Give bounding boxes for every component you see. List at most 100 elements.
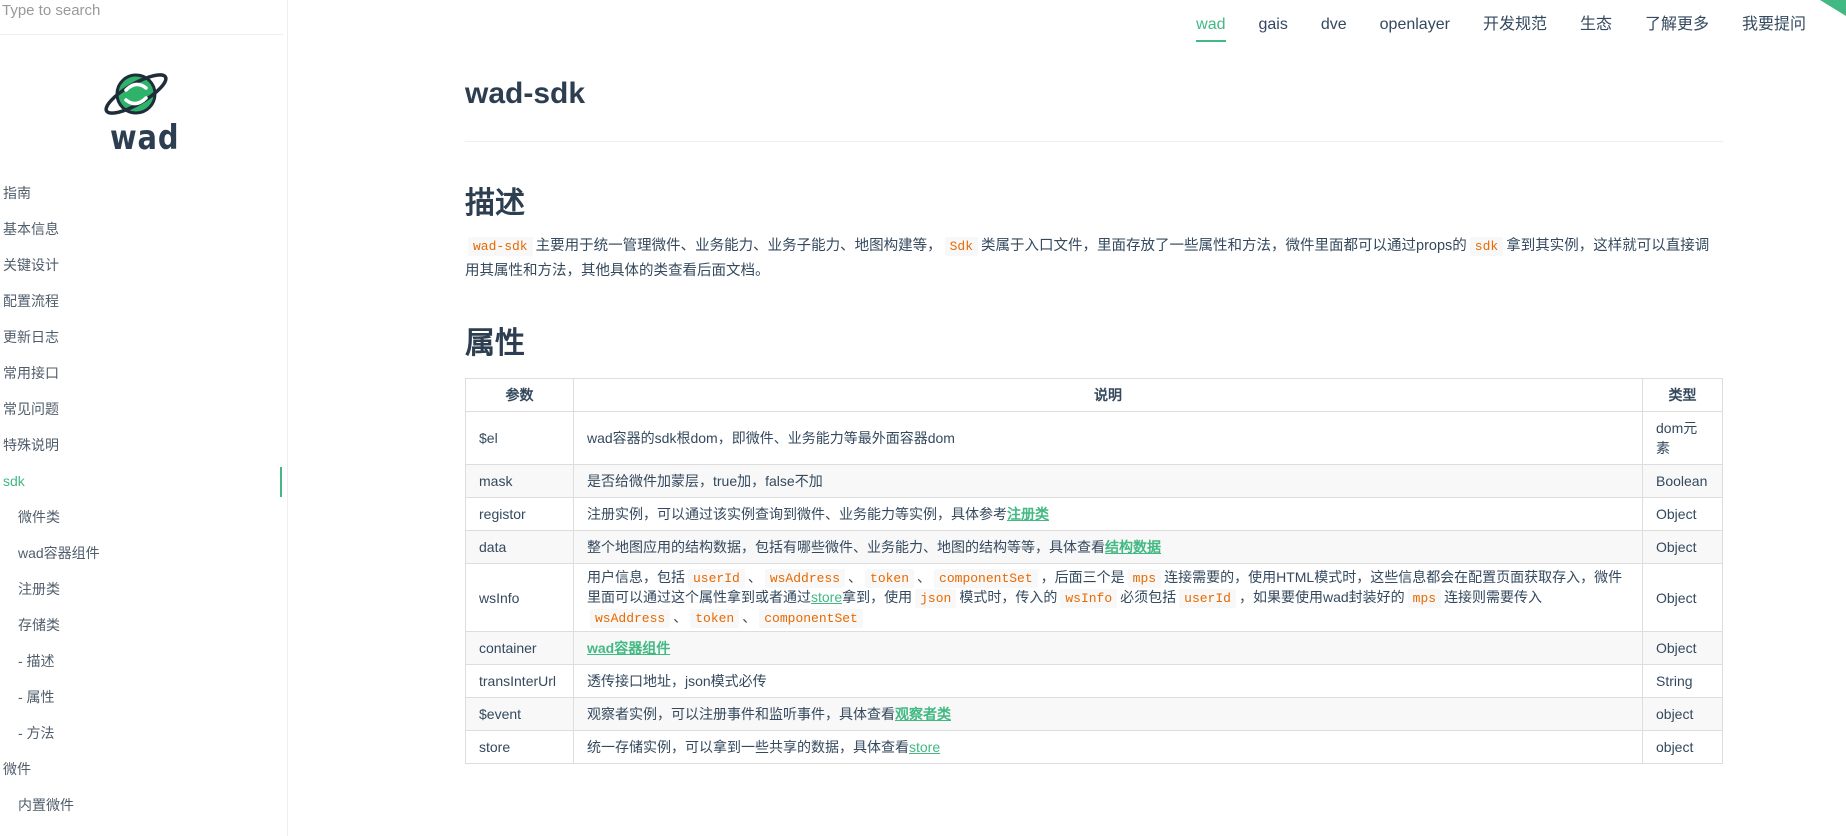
table-row: $el wad容器的sdk根dom，即微件、业务能力等最外面容器dom dom元…	[465, 411, 1723, 465]
cell-type: Boolean	[1642, 464, 1723, 498]
code-inline: wsAddress	[764, 569, 846, 588]
main-content: wad-sdk 描述 wad-sdk 主要用于统一管理微件、业务能力、业务子能力、…	[465, 72, 1723, 764]
cell-param: registor	[465, 497, 574, 531]
nav-link-openlayer[interactable]: openlayer	[1380, 14, 1450, 42]
nav-link-dve[interactable]: dve	[1321, 14, 1347, 42]
code-inline: componentSet	[934, 569, 1038, 588]
cell-type: Object	[1642, 497, 1723, 531]
sidebar-item-changelog[interactable]: 更新日志	[0, 319, 287, 355]
section-heading-attrs: 属性	[465, 327, 525, 360]
text: 类属于入口文件，里面存放了一些属性和方法，微件里面都可以通过props的	[981, 238, 1467, 254]
search-box	[0, 0, 283, 35]
text: 注册实例，可以通过该实例查询到微件、业务能力等实例，具体参考	[587, 506, 1007, 522]
table-row: wsInfo 用户信息，包括 userId、 wsAddress、 token、 com…	[465, 563, 1723, 632]
cell-desc: 是否给微件加蒙层，true加，false不加	[573, 464, 1643, 498]
nav-link-dev-spec[interactable]: 开发规范	[1483, 14, 1547, 42]
store-link[interactable]: store	[811, 589, 842, 605]
nav-link-wad[interactable]: wad	[1196, 14, 1226, 42]
top-nav: wad gais dve openlayer 开发规范 生态 了解更多 我要提问	[1163, 14, 1806, 42]
cell-desc: wad容器组件	[573, 631, 1643, 665]
text: 拿到，使用	[842, 589, 913, 605]
text: 模式时，传入的	[959, 589, 1058, 605]
text: 主要用于统一管理微件、业务能力、业务子能力、地图构建等，	[535, 238, 942, 254]
code-inline: Sdk	[944, 237, 979, 256]
table-row: data 整个地图应用的结构数据，包括有哪些微件、业务能力、地图的结构等等，具体…	[465, 530, 1723, 564]
code-inline: mps	[1407, 589, 1442, 608]
text: 、	[742, 609, 757, 625]
sidebar-item-desc[interactable]: - 描述	[0, 643, 287, 679]
table-row: $event 观察者实例，可以注册事件和监听事件，具体查看观察者类 object	[465, 697, 1723, 731]
sidebar-item-key-design[interactable]: 关键设计	[0, 247, 287, 283]
code-inline: mps	[1127, 569, 1162, 588]
code-inline: userId	[688, 569, 745, 588]
sidebar-item-config-flow[interactable]: 配置流程	[0, 283, 287, 319]
cell-type: String	[1642, 664, 1723, 698]
table-row: store 统一存储实例，可以拿到一些共享的数据，具体查看store objec…	[465, 730, 1723, 764]
cell-param: container	[465, 631, 574, 665]
sidebar-item-sdk[interactable]: sdk	[0, 463, 287, 499]
cell-type: Object	[1642, 563, 1723, 632]
cell-param: $event	[465, 697, 574, 731]
nav-link-ecosystem[interactable]: 生态	[1580, 14, 1612, 42]
sidebar-item-guide[interactable]: 指南	[0, 175, 287, 211]
cell-param: mask	[465, 464, 574, 498]
column-header-param: 参数	[465, 378, 574, 412]
sidebar-item-widgets[interactable]: 微件	[0, 751, 287, 787]
description-paragraph: wad-sdk 主要用于统一管理微件、业务能力、业务子能力、地图构建等， Sdk 类属…	[465, 234, 1723, 284]
code-inline: token	[690, 609, 740, 628]
sidebar-item-store-class[interactable]: 存储类	[0, 607, 287, 643]
sidebar-item-wad-container[interactable]: wad容器组件	[0, 535, 287, 571]
code-inline: wsInfo	[1060, 589, 1118, 608]
cell-param: data	[465, 530, 574, 564]
cell-param: $el	[465, 411, 574, 465]
cell-param: wsInfo	[465, 563, 574, 632]
text: 观察者实例，可以注册事件和监听事件，具体查看	[587, 706, 895, 722]
table-row: mask 是否给微件加蒙层，true加，false不加 Boolean	[465, 464, 1723, 498]
cell-desc: 观察者实例，可以注册事件和监听事件，具体查看观察者类	[573, 697, 1643, 731]
nav-link-gais[interactable]: gais	[1259, 14, 1288, 42]
nav-link-learn-more[interactable]: 了解更多	[1645, 14, 1709, 42]
sidebar-item-common-api[interactable]: 常用接口	[0, 355, 287, 391]
text: ，后面三个是	[1040, 569, 1125, 585]
sidebar-item-special-notes[interactable]: 特殊说明	[0, 427, 287, 463]
github-corner-icon[interactable]	[1820, 0, 1846, 16]
attributes-table: 参数 说明 类型 $el wad容器的sdk根dom，即微件、业务能力等最外面容…	[465, 378, 1723, 764]
store-link[interactable]: store	[909, 739, 940, 755]
text: 、	[673, 609, 688, 625]
cell-type: object	[1642, 730, 1723, 764]
text: 统一存储实例，可以拿到一些共享的数据，具体查看	[587, 739, 909, 755]
sidebar-item-methods[interactable]: - 方法	[0, 715, 287, 751]
registry-class-link[interactable]: 注册类	[1007, 506, 1049, 522]
text: ，如果要使用wad封装好的	[1238, 589, 1405, 605]
cell-desc: 用户信息，包括 userId、 wsAddress、 token、 componentS…	[573, 563, 1643, 632]
logo-text[interactable]: wad	[110, 118, 179, 158]
text: 、	[747, 569, 762, 585]
text: 连接则需要传入	[1444, 589, 1543, 605]
column-header-type: 类型	[1642, 378, 1723, 412]
table-header-row: 参数 说明 类型	[465, 378, 1723, 412]
nav-link-ask[interactable]: 我要提问	[1742, 14, 1806, 42]
wad-container-link[interactable]: wad容器组件	[587, 640, 670, 656]
sidebar-item-attrs[interactable]: - 属性	[0, 679, 287, 715]
table-row: container wad容器组件 Object	[465, 631, 1723, 665]
sidebar-item-widget-class[interactable]: 微件类	[0, 499, 287, 535]
cell-desc: 注册实例，可以通过该实例查询到微件、业务能力等实例，具体参考注册类	[573, 497, 1643, 531]
sidebar-item-builtin-widgets[interactable]: 内置微件	[0, 787, 287, 823]
cell-desc: wad容器的sdk根dom，即微件、业务能力等最外面容器dom	[573, 411, 1643, 465]
text: 用户信息，包括	[587, 569, 685, 585]
sidebar-item-registry-class[interactable]: 注册类	[0, 571, 287, 607]
text: 、	[848, 569, 863, 585]
search-input[interactable]	[0, 0, 283, 20]
cell-desc: 整个地图应用的结构数据，包括有哪些微件、业务能力、地图的结构等等，具体查看结构数…	[573, 530, 1643, 564]
section-heading-desc: 描述	[465, 187, 525, 220]
sidebar-item-basic-info[interactable]: 基本信息	[0, 211, 287, 247]
text: 整个地图应用的结构数据，包括有哪些微件、业务能力、地图的结构等等，具体查看	[587, 539, 1105, 555]
planet-logo-icon[interactable]	[100, 66, 172, 126]
sidebar-item-faq[interactable]: 常见问题	[0, 391, 287, 427]
observer-class-link[interactable]: 观察者类	[895, 706, 951, 722]
cell-desc: 统一存储实例，可以拿到一些共享的数据，具体查看store	[573, 730, 1643, 764]
code-inline: wsAddress	[590, 609, 671, 628]
structure-data-link[interactable]: 结构数据	[1105, 539, 1161, 555]
cell-type: Object	[1642, 631, 1723, 665]
active-indicator	[280, 467, 282, 497]
